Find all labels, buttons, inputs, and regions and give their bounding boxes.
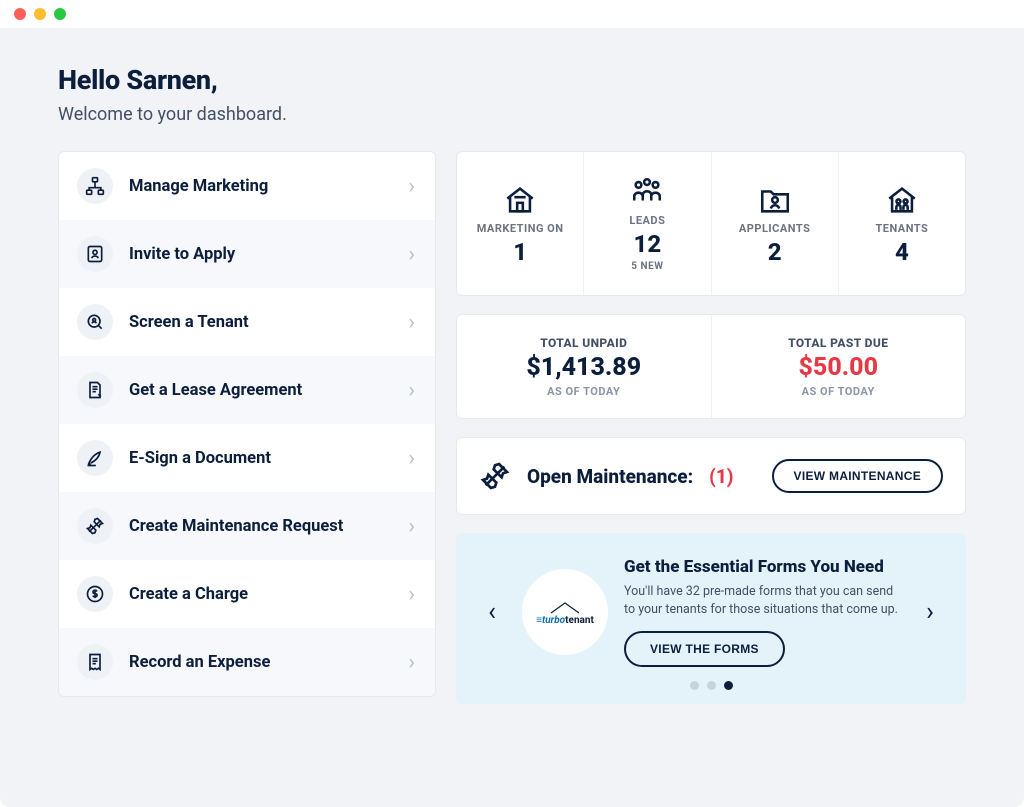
chevron-right-icon: › — [408, 242, 415, 267]
dollar-circle-icon — [77, 576, 113, 612]
total-value: $1,413.89 — [526, 353, 641, 382]
stats-row: MARKETING ON 1 LEADS 12 5 NEW APPLICANTS… — [456, 151, 966, 296]
stat-value: 12 — [634, 232, 662, 256]
promo-card: ‹ ≡turbotenant Get the Essential Forms Y… — [456, 533, 966, 704]
chevron-right-icon: › — [408, 378, 415, 403]
action-screen-tenant[interactable]: Screen a Tenant › — [59, 288, 435, 356]
chevron-right-icon: › — [408, 650, 415, 675]
promo-logo: ≡turbotenant — [522, 569, 608, 655]
people-icon — [630, 175, 664, 209]
action-label: Get a Lease Agreement — [129, 381, 408, 400]
chevron-right-icon: › — [408, 582, 415, 607]
stat-marketing[interactable]: MARKETING ON 1 — [457, 152, 584, 295]
document-edit-icon — [77, 372, 113, 408]
view-maintenance-button[interactable]: VIEW MAINTENANCE — [772, 459, 943, 493]
total-pastdue: TOTAL PAST DUE $50.00 AS OF TODAY — [712, 315, 966, 418]
magnify-person-icon — [77, 304, 113, 340]
action-label: Create Maintenance Request — [129, 517, 408, 536]
total-unpaid: TOTAL UNPAID $1,413.89 AS OF TODAY — [457, 315, 712, 418]
action-label: Create a Charge — [129, 585, 408, 604]
total-value: $50.00 — [799, 353, 879, 382]
carousel-dot[interactable] — [707, 681, 716, 690]
stat-tenants[interactable]: TENANTS 4 — [839, 152, 965, 295]
stat-applicants[interactable]: APPLICANTS 2 — [712, 152, 839, 295]
stat-value: 2 — [768, 240, 782, 264]
app-window: Hello Sarnen, Welcome to your dashboard.… — [0, 0, 1024, 807]
carousel-next-button[interactable]: › — [916, 598, 944, 626]
action-esign[interactable]: E-Sign a Document › — [59, 424, 435, 492]
titlebar — [0, 0, 1024, 28]
tools-icon — [77, 508, 113, 544]
tools-icon — [479, 460, 511, 492]
maintenance-count: (1) — [709, 465, 733, 488]
promo-description: You'll have 32 pre-made forms that you c… — [624, 583, 900, 619]
stat-leads[interactable]: LEADS 12 5 NEW — [584, 152, 711, 295]
action-maintenance-request[interactable]: Create Maintenance Request › — [59, 492, 435, 560]
person-card-icon — [77, 236, 113, 272]
folder-person-icon — [758, 183, 792, 217]
carousel-pagination — [478, 681, 944, 690]
quick-actions-list: Manage Marketing › Invite to Apply › — [58, 151, 436, 697]
house-people-icon — [885, 183, 919, 217]
window-controls — [14, 8, 66, 20]
carousel-prev-button[interactable]: ‹ — [478, 598, 506, 626]
totals-row: TOTAL UNPAID $1,413.89 AS OF TODAY TOTAL… — [456, 314, 966, 419]
sitemap-icon — [77, 168, 113, 204]
stat-sublabel: 5 NEW — [631, 261, 663, 272]
chevron-right-icon: › — [408, 310, 415, 335]
action-label: Manage Marketing — [129, 177, 408, 196]
action-label: E-Sign a Document — [129, 449, 408, 468]
chevron-right-icon: › — [408, 174, 415, 199]
dashboard-content: Hello Sarnen, Welcome to your dashboard.… — [0, 28, 1024, 807]
action-lease-agreement[interactable]: Get a Lease Agreement › — [59, 356, 435, 424]
minimize-window-button[interactable] — [34, 8, 46, 20]
stat-label: LEADS — [629, 214, 665, 227]
stat-label: TENANTS — [875, 222, 928, 235]
greeting-title: Hello Sarnen, — [58, 64, 966, 96]
receipt-icon — [77, 644, 113, 680]
maintenance-title: Open Maintenance: — [527, 465, 693, 488]
total-label: TOTAL UNPAID — [540, 336, 627, 350]
action-manage-marketing[interactable]: Manage Marketing › — [59, 152, 435, 220]
total-asof: AS OF TODAY — [802, 385, 875, 398]
action-record-expense[interactable]: Record an Expense › — [59, 628, 435, 696]
quill-icon — [77, 440, 113, 476]
maintenance-card: Open Maintenance: (1) VIEW MAINTENANCE — [456, 437, 966, 515]
action-label: Invite to Apply — [129, 245, 408, 264]
action-label: Record an Expense — [129, 653, 408, 672]
carousel-dot[interactable] — [690, 681, 699, 690]
stat-label: APPLICANTS — [739, 222, 810, 235]
action-invite-to-apply[interactable]: Invite to Apply › — [59, 220, 435, 288]
promo-title: Get the Essential Forms You Need — [624, 557, 900, 577]
carousel-dot-active[interactable] — [724, 681, 733, 690]
stat-value: 1 — [513, 240, 527, 264]
total-asof: AS OF TODAY — [547, 385, 620, 398]
action-create-charge[interactable]: Create a Charge › — [59, 560, 435, 628]
greeting-subtitle: Welcome to your dashboard. — [58, 104, 966, 125]
maximize-window-button[interactable] — [54, 8, 66, 20]
chevron-right-icon: › — [408, 514, 415, 539]
total-label: TOTAL PAST DUE — [788, 336, 888, 350]
stat-value: 4 — [895, 240, 909, 264]
close-window-button[interactable] — [14, 8, 26, 20]
stat-label: MARKETING ON — [477, 222, 564, 235]
house-icon — [503, 183, 537, 217]
view-forms-button[interactable]: VIEW THE FORMS — [624, 631, 785, 667]
action-label: Screen a Tenant — [129, 313, 408, 332]
chevron-right-icon: › — [408, 446, 415, 471]
